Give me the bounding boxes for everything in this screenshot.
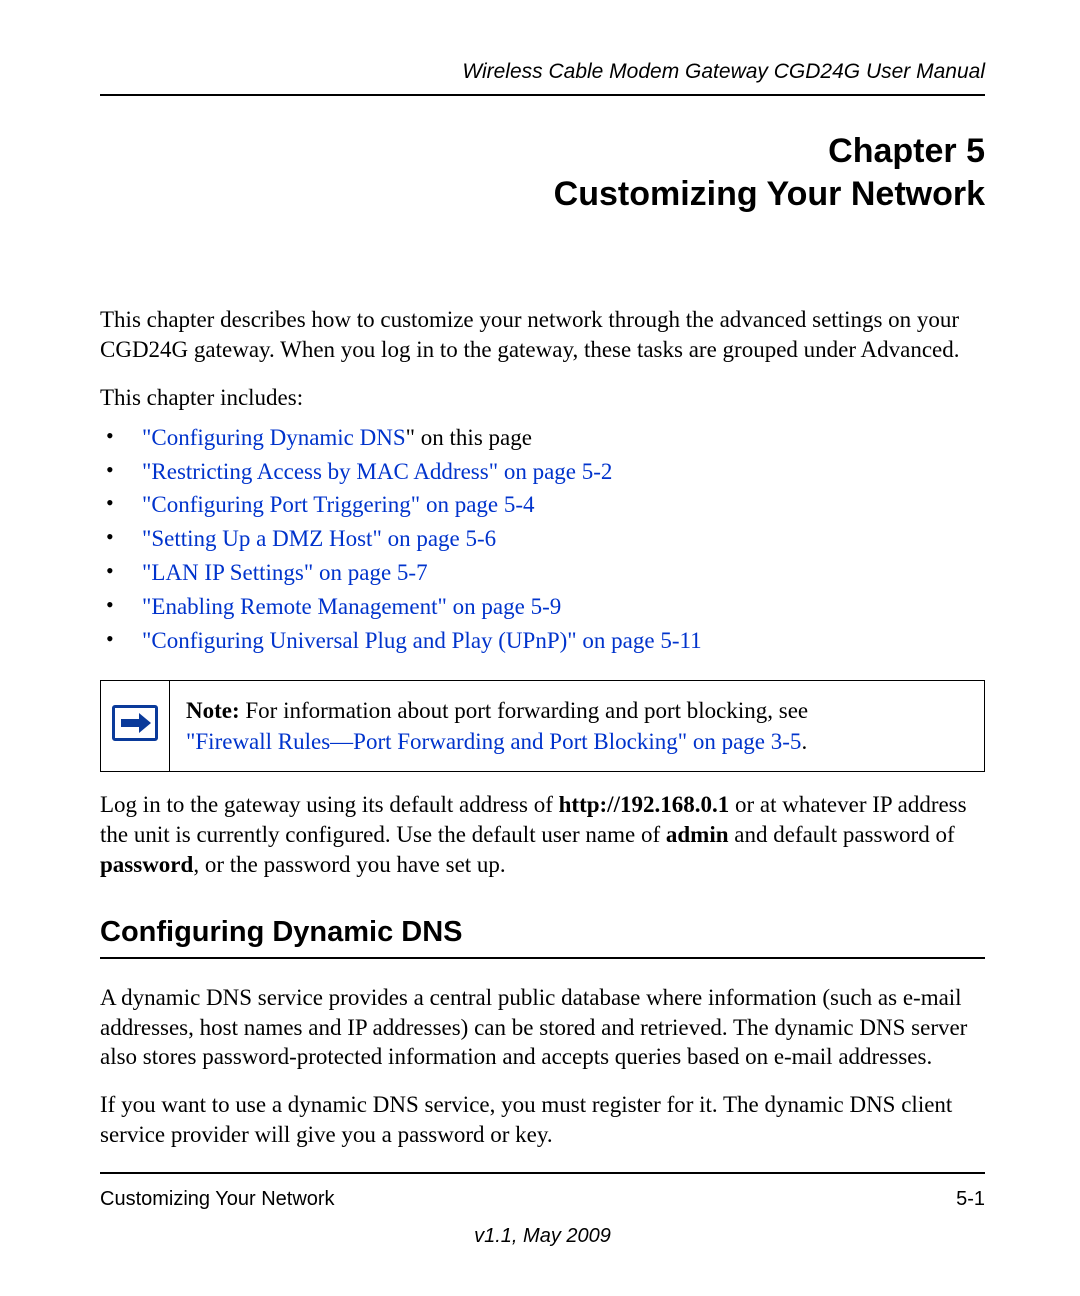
link-configuring-upnp[interactable]: "Configuring Universal Plug and Play (UP…	[142, 628, 702, 653]
login-text-3: and default password of	[729, 822, 955, 847]
chapter-toc-list: "Configuring Dynamic DNS" on this page "…	[100, 421, 985, 658]
login-user: admin	[666, 822, 729, 847]
intro-paragraph-1: This chapter describes how to customize …	[100, 305, 985, 365]
list-item: "Configuring Universal Plug and Play (UP…	[100, 624, 985, 658]
login-paragraph: Log in to the gateway using its default …	[100, 790, 985, 880]
note-box: Note: For information about port forward…	[100, 680, 985, 772]
footer-version: v1.1, May 2009	[100, 1225, 985, 1248]
link-firewall-rules[interactable]: "Firewall Rules—Port Forwarding and Port…	[186, 729, 801, 754]
chapter-name: Customizing Your Network	[100, 173, 985, 216]
list-item: "Configuring Dynamic DNS" on this page	[100, 421, 985, 455]
note-text-cell: Note: For information about port forward…	[170, 680, 985, 771]
chapter-title: Chapter 5 Customizing Your Network	[100, 130, 985, 215]
login-text-4: , or the password you have set up.	[193, 852, 505, 877]
list-item: "Setting Up a DMZ Host" on page 5-6	[100, 522, 985, 556]
link-configuring-port-triggering[interactable]: "Configuring Port Triggering" on page 5-…	[142, 492, 535, 517]
note-arrow-icon	[112, 705, 158, 741]
list-item: "LAN IP Settings" on page 5-7	[100, 556, 985, 590]
page: Wireless Cable Modem Gateway CGD24G User…	[0, 0, 1080, 1296]
link-configuring-dynamic-dns[interactable]: "Configuring Dynamic DNS	[142, 425, 406, 450]
footer-left: Customizing Your Network	[100, 1188, 335, 1211]
login-text-1: Log in to the gateway using its default …	[100, 792, 559, 817]
login-password: password	[100, 852, 193, 877]
note-period: .	[801, 729, 807, 754]
list-item: "Restricting Access by MAC Address" on p…	[100, 455, 985, 489]
link-restricting-access-mac[interactable]: "Restricting Access by MAC Address" on p…	[142, 459, 612, 484]
section-heading-configuring-dynamic-dns: Configuring Dynamic DNS	[100, 916, 985, 959]
section-paragraph-1: A dynamic DNS service provides a central…	[100, 983, 985, 1073]
note-label: Note:	[186, 698, 240, 723]
chapter-number: Chapter 5	[100, 130, 985, 173]
note-text: For information about port forwarding an…	[240, 698, 809, 723]
list-item: "Enabling Remote Management" on page 5-9	[100, 590, 985, 624]
link-enabling-remote-management[interactable]: "Enabling Remote Management" on page 5-9	[142, 594, 561, 619]
footer-page-number: 5-1	[956, 1188, 985, 1211]
note-icon-cell	[101, 680, 170, 771]
toc-suffix: " on this page	[406, 425, 532, 450]
intro-paragraph-2: This chapter includes:	[100, 383, 985, 413]
page-footer: Customizing Your Network 5-1 v1.1, May 2…	[100, 1172, 985, 1248]
login-url: http://192.168.0.1	[559, 792, 730, 817]
link-setting-up-dmz-host[interactable]: "Setting Up a DMZ Host" on page 5-6	[142, 526, 496, 551]
link-lan-ip-settings[interactable]: "LAN IP Settings" on page 5-7	[142, 560, 428, 585]
running-header: Wireless Cable Modem Gateway CGD24G User…	[100, 60, 985, 96]
section-paragraph-2: If you want to use a dynamic DNS service…	[100, 1090, 985, 1150]
list-item: "Configuring Port Triggering" on page 5-…	[100, 488, 985, 522]
